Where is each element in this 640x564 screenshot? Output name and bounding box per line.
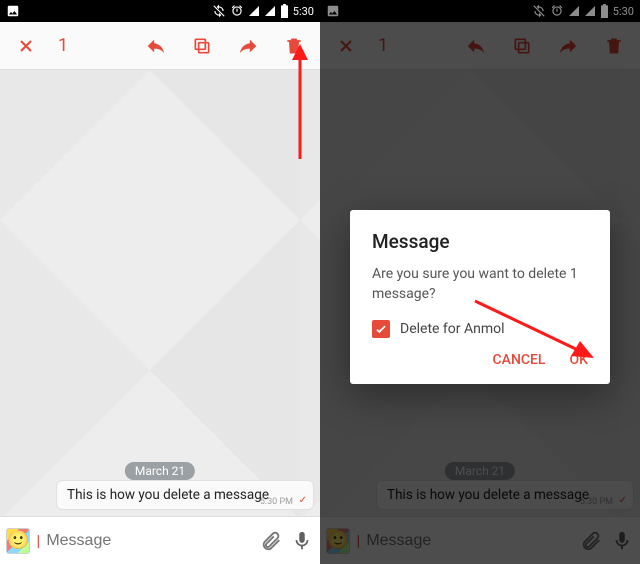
status-bar: 5:30 [0,0,320,22]
message-time: 5:30 PM [260,497,293,507]
signal-icon [264,5,276,17]
forward-icon [237,35,259,57]
cancel-button[interactable]: CANCEL [493,352,546,368]
checkbox-label: Delete for Anmol [400,321,505,337]
signal-icon [248,5,260,17]
reply-icon [145,35,167,57]
phone-screen-left: 5:30 1 March 21 This is how you delete a… [0,0,320,564]
close-icon [16,36,36,56]
status-time: 5:30 [293,5,314,18]
voice-button[interactable] [290,521,314,561]
input-caret: | [36,531,40,550]
battery-icon [280,4,289,18]
message-input[interactable] [46,532,253,550]
dialog-title: Message [372,230,588,253]
composer-bar: 🙂 | [0,516,320,564]
sync-off-icon [212,4,226,18]
trash-icon [284,36,304,56]
forward-button[interactable] [228,26,268,66]
reply-button[interactable] [136,26,176,66]
chat-area[interactable]: March 21 This is how you delete a messag… [0,70,320,516]
microphone-icon [291,530,313,552]
selection-action-bar: 1 [0,22,320,70]
emoji-button[interactable]: 🙂 [6,528,30,554]
date-separator: March 21 [125,462,195,480]
picture-icon [6,4,20,18]
copy-button[interactable] [182,26,222,66]
paperclip-icon [260,530,282,552]
message-row[interactable]: This is how you delete a message 5:30 PM… [56,480,314,510]
phone-screen-right: 5:30 1 March 21 This is how you delete a… [320,0,640,564]
message-bubble[interactable]: This is how you delete a message 5:30 PM… [56,480,314,510]
check-icon [374,322,388,336]
close-selection-button[interactable] [6,26,46,66]
delete-for-recipient-row[interactable]: Delete for Anmol [372,320,588,338]
dialog-actions: CANCEL OK [372,352,588,374]
delete-confirm-dialog: Message Are you sure you want to delete … [350,210,610,384]
selection-count: 1 [58,35,68,56]
copy-icon [192,36,212,56]
message-text: This is how you delete a message [67,487,269,503]
ok-button[interactable]: OK [570,352,589,368]
sent-check-icon: ✓ [299,495,307,506]
checkbox-checked[interactable] [372,320,390,338]
alarm-icon [230,4,244,18]
dialog-body: Are you sure you want to delete 1 messag… [372,265,588,304]
delete-button[interactable] [274,26,314,66]
attach-button[interactable] [259,521,283,561]
